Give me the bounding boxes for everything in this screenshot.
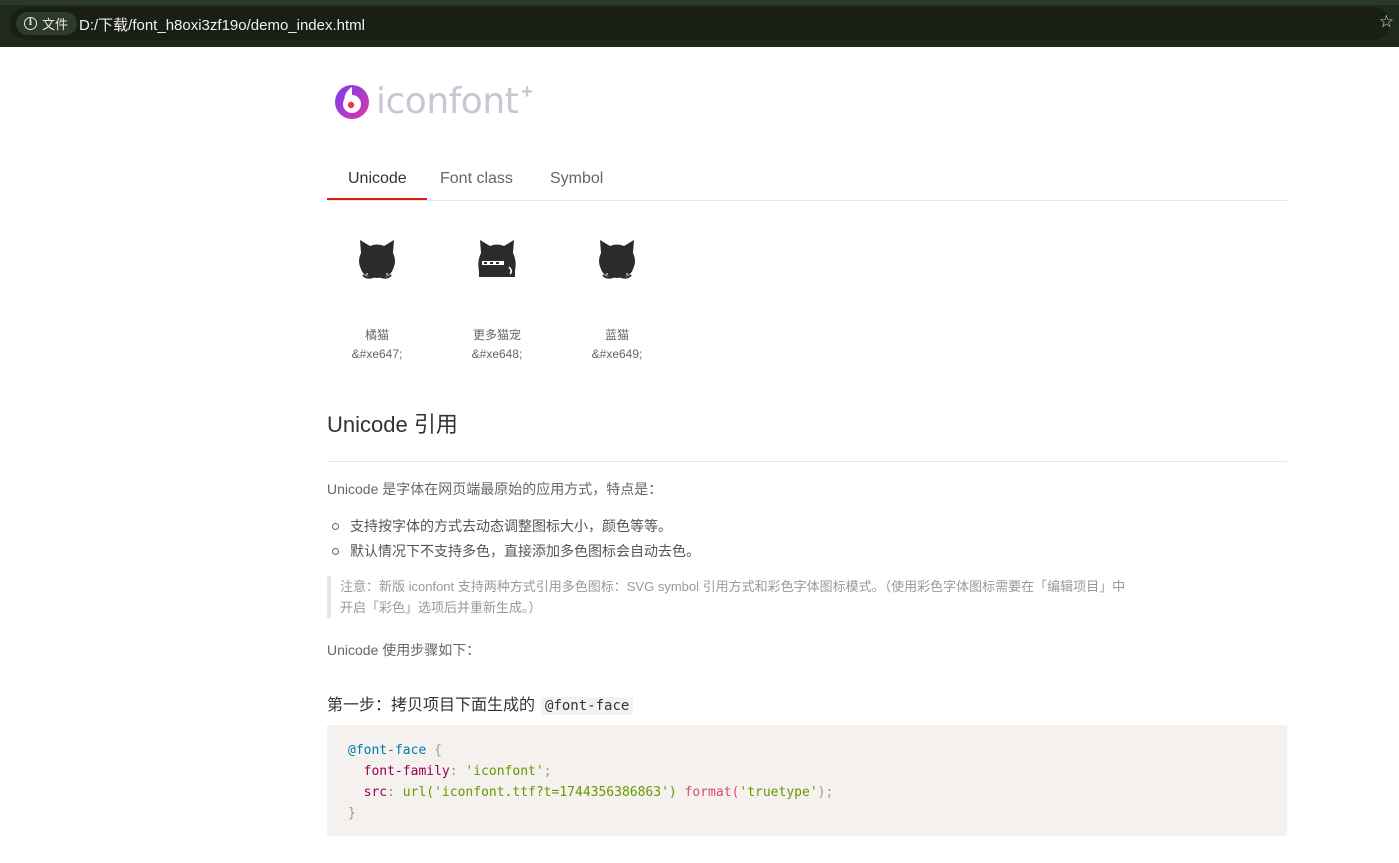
intro-text: Unicode 是字体在网页端最原始的应用方式，特点是： xyxy=(327,481,663,497)
list-item: 支持按字体的方式去动态调整图标大小，颜色等等。 xyxy=(331,516,700,541)
code-token: @font-face xyxy=(348,743,427,758)
iconfont-logo[interactable]: iconfont + xyxy=(334,80,533,122)
iconfont-logo-icon xyxy=(335,85,369,119)
site-info-chip[interactable]: i 文件 xyxy=(16,12,78,35)
note-line: 注意：新版 iconfont 支持两种方式引用多色图标：SVG symbol 引… xyxy=(340,579,1126,594)
code-token: ; xyxy=(543,764,552,779)
iconfont-plus-mark: + xyxy=(521,80,533,103)
icon-name: 蓝猫 xyxy=(604,328,629,342)
code-token: } xyxy=(348,806,356,821)
url-text[interactable]: D:/下载/font_h8oxi3zf19o/demo_index.html xyxy=(79,14,365,35)
security-label: 文件 xyxy=(42,17,69,32)
code-token: src xyxy=(363,785,388,800)
tab-unicode[interactable]: Unicode xyxy=(348,170,407,188)
code-token: url( xyxy=(402,785,435,800)
code-token: ); xyxy=(817,785,834,800)
icon-code: &#xe649; xyxy=(591,347,643,361)
step-1-title: 第一步：拷贝项目下面生成的 xyxy=(327,697,536,714)
iconfont-wordmark: iconfont xyxy=(376,81,519,122)
inline-code: @font-face xyxy=(541,697,634,715)
section-heading: Unicode 引用 xyxy=(327,407,1287,462)
tab-bar: Unicode Font class Symbol xyxy=(327,159,1287,201)
icon-card[interactable]: 蓝猫 &#xe649; xyxy=(567,237,667,361)
active-tab-indicator xyxy=(327,198,427,200)
icon-name: 橘猫 xyxy=(364,328,389,342)
icon-card[interactable]: 橘猫 &#xe647; xyxy=(327,237,427,361)
tab-font-class[interactable]: Font class xyxy=(440,170,513,188)
steps-intro-text: Unicode 使用步骤如下： xyxy=(327,642,481,658)
icon-card[interactable]: 更多猫宠 &#xe648; xyxy=(447,237,547,361)
icon-code: &#xe648; xyxy=(471,347,523,361)
info-icon: i xyxy=(24,17,37,30)
code-block[interactable]: @font-face { font-family: 'iconfont'; sr… xyxy=(327,725,1287,836)
code-token: { xyxy=(434,743,442,758)
code-token: 'iconfont' xyxy=(465,764,544,779)
cat-hat-icon xyxy=(478,240,516,277)
feature-list: 支持按字体的方式去动态调整图标大小，颜色等等。 默认情况下不支持多色，直接添加多… xyxy=(331,516,700,566)
browser-tab-strip xyxy=(0,0,1399,5)
note-line: 开启「彩色」选项后并重新生成。） xyxy=(340,600,542,615)
icon-name: 更多猫宠 xyxy=(472,328,521,342)
address-bar[interactable]: i 文件 D:/下载/font_h8oxi3zf19o/demo_index.h… xyxy=(10,7,1394,40)
cat-icon xyxy=(359,240,395,279)
code-token: 'truetype' xyxy=(739,785,818,800)
tab-symbol[interactable]: Symbol xyxy=(550,170,603,188)
code-token: : xyxy=(449,764,458,779)
list-item: 默认情况下不支持多色，直接添加多色图标会自动去色。 xyxy=(331,541,700,566)
icon-code: &#xe647; xyxy=(351,347,403,361)
step-1-heading: 第一步：拷贝项目下面生成的 @font-face xyxy=(327,691,634,715)
code-token: 'iconfont.ttf?t=1744356386863' xyxy=(434,785,669,800)
note-blockquote: 注意：新版 iconfont 支持两种方式引用多色图标：SVG symbol 引… xyxy=(327,576,1127,618)
code-token: ) xyxy=(668,785,677,800)
code-token: format( xyxy=(684,785,740,800)
cat-icon xyxy=(599,240,635,279)
code-token: font-family xyxy=(363,764,450,779)
browser-toolbar: i 文件 D:/下载/font_h8oxi3zf19o/demo_index.h… xyxy=(0,0,1399,47)
bookmark-star-icon[interactable]: ☆ xyxy=(1379,12,1394,32)
code-token: : xyxy=(387,785,395,800)
